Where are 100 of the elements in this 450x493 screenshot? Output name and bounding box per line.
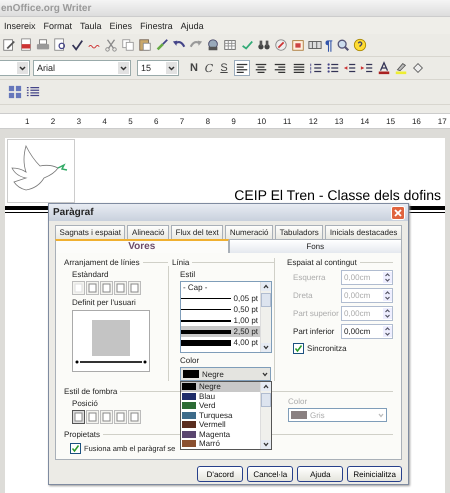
line-style-option[interactable]: 2,50 pt: [181, 326, 260, 337]
menu-item[interactable]: Taula: [80, 20, 102, 30]
scroll-down-icon[interactable]: [261, 440, 271, 448]
dialog-tab[interactable]: Fons: [228, 239, 402, 253]
edit-document-icon[interactable]: [2, 38, 16, 52]
menu-item[interactable]: Finestra: [140, 20, 173, 30]
ruler-number: 10: [257, 116, 268, 126]
group-heading: Propietats: [64, 430, 100, 439]
dialog-tab[interactable]: Alineació: [127, 225, 170, 239]
scroll-up-icon[interactable]: [261, 282, 271, 291]
page-preview-icon[interactable]: [53, 38, 67, 52]
color-dropdown[interactable]: Negre: [180, 367, 271, 381]
ruler-number: 11: [282, 116, 292, 126]
formatting-marks-button[interactable]: ¶: [325, 37, 333, 53]
scrollbar[interactable]: [260, 282, 271, 352]
border-preset-icon[interactable]: [100, 281, 113, 295]
font-size-dropdown[interactable]: 15: [137, 60, 179, 76]
dialog-tab[interactable]: Inicials destacades: [325, 225, 402, 239]
border-preset-icon[interactable]: [128, 281, 141, 295]
copy-icon[interactable]: [121, 38, 135, 52]
background-color-icon[interactable]: [411, 61, 425, 75]
checkbox[interactable]: [293, 343, 304, 354]
font-dropdown[interactable]: Arial: [33, 60, 131, 76]
color-option[interactable]: Blau: [181, 392, 260, 401]
binoculars-icon[interactable]: [257, 38, 271, 52]
field-label: Estil: [180, 270, 196, 279]
line-style-option[interactable]: 4,00 pt: [181, 337, 260, 348]
spin-arrows-icon[interactable]: [383, 290, 392, 301]
checkbox[interactable]: [70, 443, 81, 454]
scroll-down-icon[interactable]: [261, 343, 271, 352]
field-label: Esquerra: [293, 273, 326, 282]
highlight-icon[interactable]: [394, 61, 408, 75]
align-icon[interactable]: [235, 61, 249, 75]
menu-item[interactable]: Format: [44, 20, 72, 30]
color-option[interactable]: Turquesa: [181, 410, 260, 420]
spin-arrows-icon[interactable]: [383, 272, 392, 283]
line-style-option[interactable]: 0,50 pt: [181, 304, 260, 315]
color-option[interactable]: Magenta: [181, 430, 260, 439]
border-preset-icon[interactable]: [86, 281, 99, 295]
compass-icon[interactable]: [274, 38, 288, 52]
spin-arrows-icon[interactable]: [383, 308, 392, 319]
line-style-option[interactable]: - Cap -: [181, 282, 260, 293]
text-style-button[interactable]: N: [188, 62, 200, 74]
close-icon[interactable]: [391, 206, 405, 220]
cut-icon[interactable]: [104, 38, 118, 52]
checkmark-icon[interactable]: [240, 38, 254, 52]
page-layout-icon[interactable]: [8, 85, 22, 99]
font-color-icon[interactable]: [377, 61, 391, 75]
brush-icon[interactable]: [155, 38, 169, 52]
print-icon[interactable]: [36, 38, 50, 52]
zoom-icon[interactable]: [336, 38, 350, 52]
align-icon[interactable]: [273, 61, 287, 75]
line-style-option[interactable]: 0,05 pt: [181, 293, 260, 304]
list-view-icon[interactable]: [26, 85, 40, 99]
spin-field[interactable]: 0,00cm: [341, 324, 393, 339]
dialog-button[interactable]: Cancel·la: [247, 466, 294, 482]
color-option[interactable]: Marró: [181, 439, 260, 448]
ruler-number: 2: [50, 116, 56, 126]
pdf-icon[interactable]: [19, 38, 33, 52]
menu-item[interactable]: Insereix: [4, 20, 36, 30]
dialog-tab[interactable]: Numeració: [225, 225, 274, 239]
spin-arrows-icon[interactable]: [383, 326, 392, 337]
color-option[interactable]: Vermell: [181, 420, 260, 430]
numbering-icon[interactable]: [309, 61, 323, 75]
table-icon[interactable]: [223, 38, 237, 52]
dialog-tab[interactable]: Tabuladors: [275, 225, 324, 239]
scroll-thumb[interactable]: [261, 293, 271, 307]
line-style-list[interactable]: - Cap - 0,05 pt 0,50 pt 1,00 pt 2,50 pt 4,00 pt: [180, 281, 272, 353]
dialog-tab[interactable]: Sagnats i espaiat: [55, 225, 126, 239]
color-option[interactable]: Verd: [181, 401, 260, 410]
help-icon[interactable]: [352, 38, 367, 52]
scroll-up-icon[interactable]: [261, 382, 271, 391]
field-label: Dreta: [293, 291, 313, 300]
text-style-button[interactable]: C: [203, 62, 215, 74]
color-option[interactable]: Negre: [181, 382, 260, 392]
spellcheck-icon[interactable]: [70, 38, 84, 52]
field-label: Part inferior: [293, 327, 334, 336]
border-preset-icon[interactable]: [114, 281, 127, 295]
dialog-button[interactable]: Ajuda: [297, 466, 344, 482]
scrollbar[interactable]: [260, 382, 271, 448]
color-swatch: [291, 411, 307, 419]
line-style-option[interactable]: 1,00 pt: [181, 315, 260, 326]
dialog-tab[interactable]: Vores: [55, 239, 228, 253]
increase-indent-icon[interactable]: [360, 61, 374, 75]
menu-item[interactable]: Ajuda: [180, 20, 204, 30]
paste-icon[interactable]: [138, 38, 152, 52]
ruler-number: 3: [76, 116, 82, 126]
dialog-button[interactable]: D'acord: [197, 466, 244, 482]
dialog-tab[interactable]: Flux del text: [171, 225, 224, 239]
decrease-indent-icon[interactable]: [343, 61, 357, 75]
dialog-title: Paràgraf: [53, 207, 94, 218]
text-style-button[interactable]: S: [218, 62, 230, 74]
ruler-number: 12: [308, 116, 319, 126]
style-dropdown[interactable]: [0, 60, 30, 76]
bullets-icon[interactable]: [326, 61, 340, 75]
scroll-thumb[interactable]: [261, 393, 271, 407]
align-icon[interactable]: [292, 61, 306, 75]
menu-item[interactable]: Eines: [110, 20, 132, 30]
dialog-button[interactable]: Reinicialitza: [347, 466, 402, 482]
align-icon[interactable]: [254, 61, 268, 75]
